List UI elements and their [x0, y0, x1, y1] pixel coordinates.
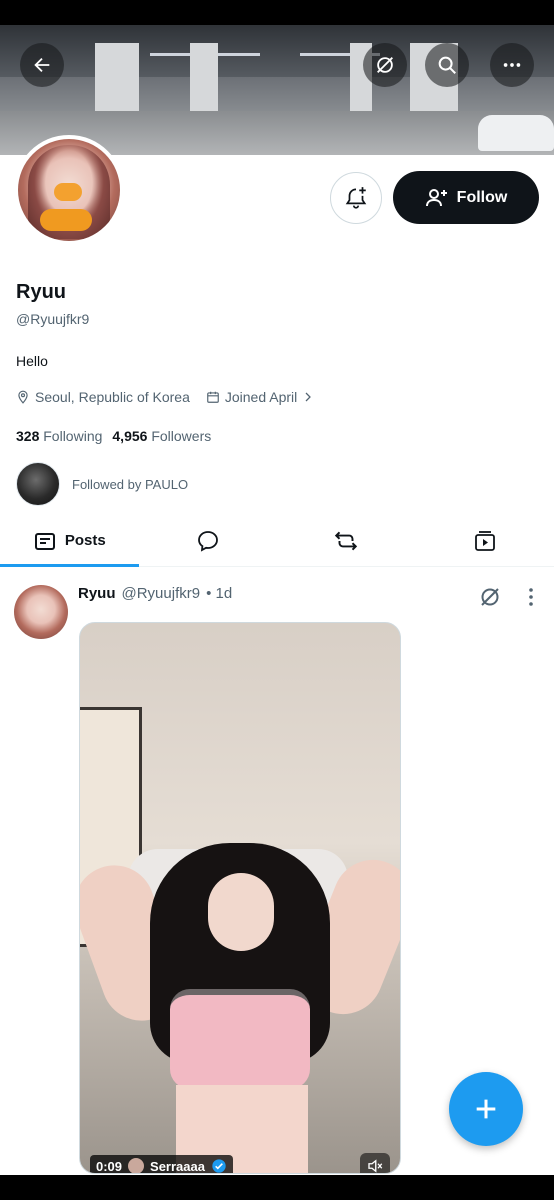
plus-icon	[476, 1099, 496, 1119]
muted-speaker-icon	[368, 1159, 383, 1173]
video-credit: Serraaaa	[150, 1158, 205, 1174]
search-icon	[438, 56, 456, 74]
profile-banner	[0, 25, 554, 155]
post-time: • 1d	[206, 585, 233, 602]
bell-plus-icon	[345, 187, 367, 209]
followed-by-text: Followed by PAULO	[72, 476, 189, 492]
post-actions	[478, 585, 534, 609]
profile-handle: @Ryuujfkr9	[16, 311, 90, 327]
compose-button[interactable]	[449, 1072, 523, 1146]
location-text: Seoul, Republic of Korea	[35, 389, 190, 405]
followers-label: Followers	[151, 428, 212, 444]
profile-bio: Hello	[16, 353, 48, 369]
tab-posts[interactable]: Posts	[0, 515, 139, 567]
reply-icon	[197, 530, 218, 552]
followers-count: 4,956	[112, 428, 148, 444]
tab-reposts[interactable]	[277, 515, 416, 566]
credit-avatar	[128, 1158, 145, 1173]
more-vertical-icon[interactable]	[528, 587, 534, 607]
profile-avatar[interactable]	[14, 135, 124, 245]
person-plus-icon	[425, 188, 447, 206]
follow-label: Follow	[456, 188, 508, 206]
media-icon	[474, 530, 495, 551]
repost-icon	[335, 531, 358, 550]
profile-name: Ryuu	[16, 281, 66, 303]
calendar-icon	[207, 391, 219, 403]
back-button[interactable]	[20, 43, 64, 87]
joined[interactable]: Joined April	[206, 389, 314, 405]
video-timestamp: 0:09 Serraaaa	[90, 1155, 233, 1174]
followed-by[interactable]: Followed by PAULO	[16, 462, 188, 506]
navigation-bar	[0, 1175, 554, 1200]
following-link[interactable]: 328 Following	[16, 428, 102, 444]
follower-avatar	[16, 462, 60, 506]
profile-screen: Follow Ryuu @Ryuujfkr9 Hello Seoul, Repu…	[0, 25, 554, 1175]
posts-icon	[34, 532, 55, 550]
post-author-handle: @Ryuujfkr9	[121, 585, 201, 602]
location: Seoul, Republic of Korea	[16, 389, 190, 405]
arrow-left-icon	[34, 57, 50, 73]
profile-meta: Seoul, Republic of Korea Joined April	[16, 389, 324, 405]
post-video[interactable]: 0:09 Serraaaa	[79, 622, 401, 1174]
tab-replies[interactable]	[139, 515, 278, 566]
chevron-right-icon	[305, 392, 312, 402]
verified-badge-icon	[212, 1159, 226, 1173]
post-header: Ryuu @Ryuujfkr9 • 1d	[78, 585, 232, 602]
more-horizontal-icon	[503, 63, 521, 67]
search-button[interactable]	[425, 43, 469, 87]
tab-posts-label: Posts	[64, 532, 106, 549]
post-author-name: Ryuu	[78, 585, 116, 602]
notify-button[interactable]	[330, 172, 382, 224]
joined-text: Joined April	[224, 389, 298, 405]
grok-icon[interactable]	[478, 585, 502, 609]
more-button[interactable]	[490, 43, 534, 87]
following-count: 328	[16, 428, 40, 444]
grok-icon	[377, 57, 393, 73]
post-avatar[interactable]	[14, 585, 68, 639]
profile-tabs: Posts	[0, 515, 554, 567]
grok-button[interactable]	[363, 43, 407, 87]
followers-link[interactable]: 4,956 Followers	[112, 428, 211, 444]
follow-counts: 328 Following 4,956 Followers	[16, 428, 211, 444]
following-label: Following	[43, 428, 103, 444]
location-pin-icon	[18, 390, 28, 404]
follow-button[interactable]: Follow	[393, 171, 539, 224]
mute-button[interactable]	[360, 1153, 390, 1173]
tab-media[interactable]	[416, 515, 554, 566]
video-time: 0:09	[96, 1158, 123, 1174]
status-bar	[0, 0, 554, 25]
